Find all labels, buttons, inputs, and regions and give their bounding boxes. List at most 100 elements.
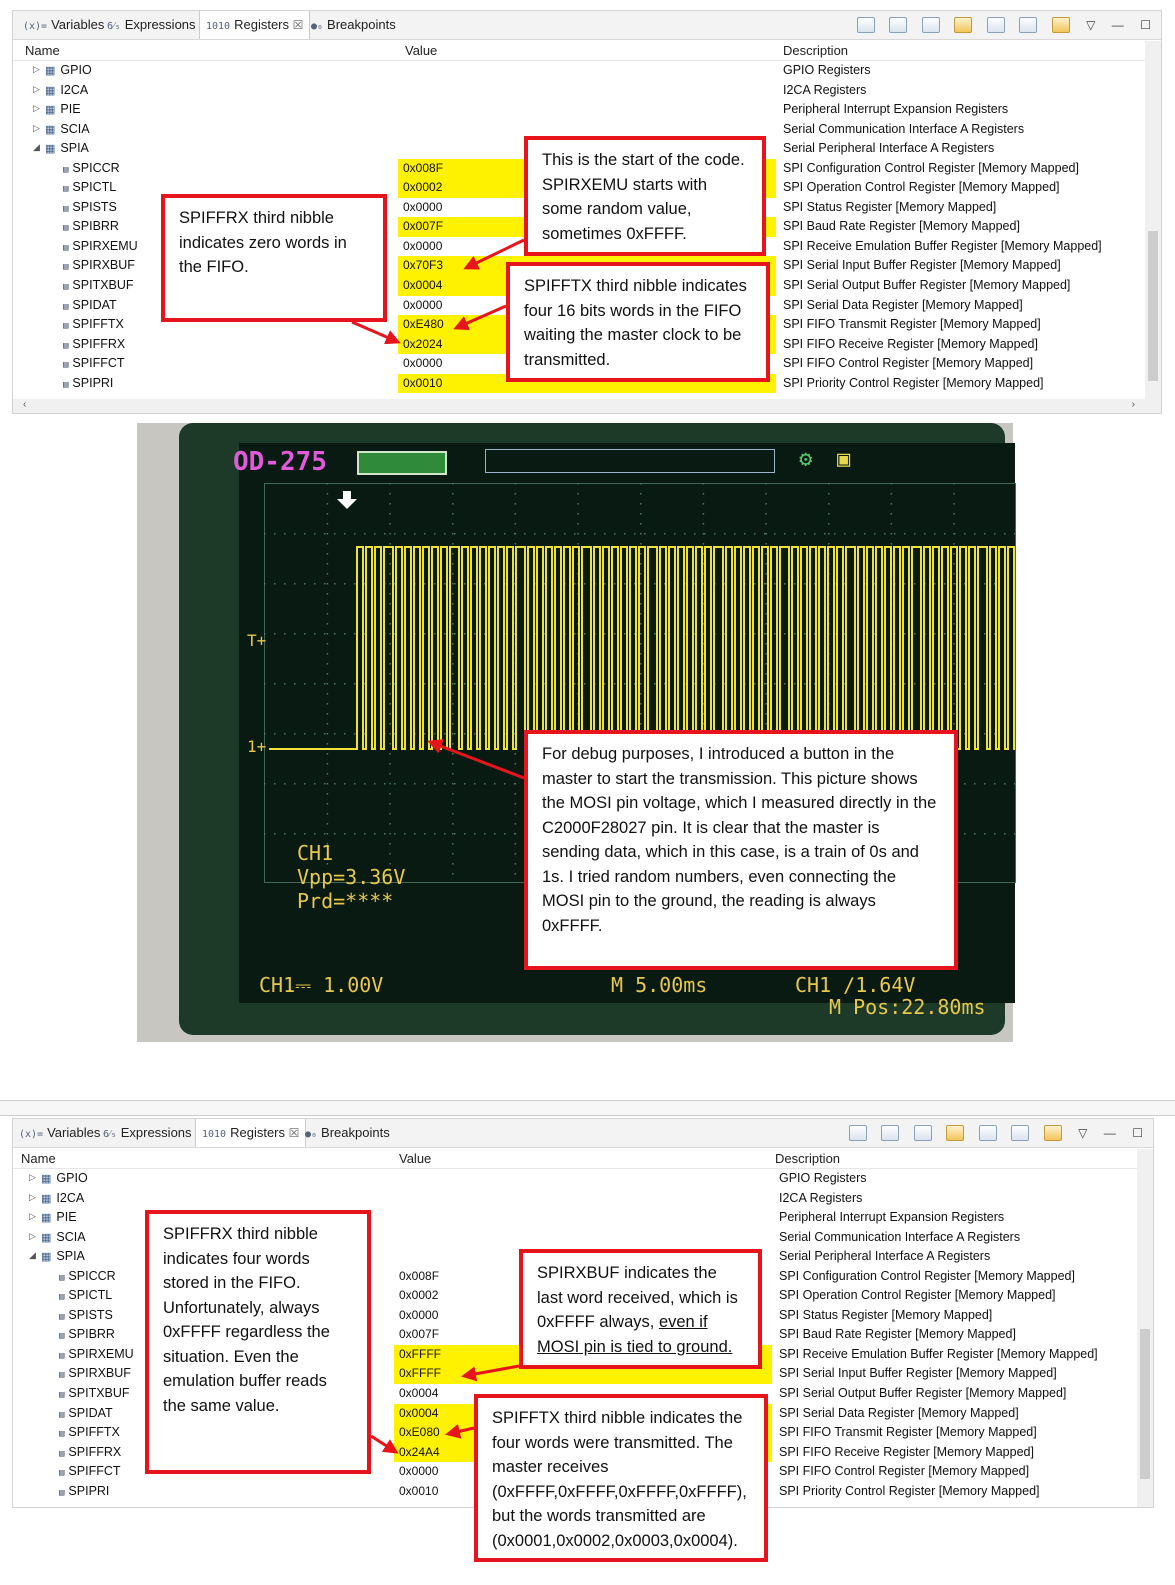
tab-variables[interactable]: (x)= Variables xyxy=(19,1125,100,1140)
grid-dot xyxy=(494,783,496,785)
expressions-icon: 6⁄₅ xyxy=(103,1129,117,1140)
tree-row-group[interactable]: ▷ ▦ GPIO GPIO Registers xyxy=(13,61,1145,81)
grid-dot xyxy=(794,583,796,585)
grid-dot xyxy=(964,783,966,785)
grid-dot xyxy=(344,683,346,685)
expanded-arrow-icon[interactable]: ◢ xyxy=(33,142,40,153)
grid-dot xyxy=(624,683,626,685)
collapsed-arrow-icon[interactable]: ▷ xyxy=(33,84,40,95)
view-menu-chevron-icon[interactable]: ▽ xyxy=(1078,1126,1087,1140)
grid-dot xyxy=(694,533,696,535)
register-label: SPIBRR xyxy=(72,219,119,234)
grid-dot xyxy=(314,533,316,535)
grid-dot xyxy=(890,533,893,535)
view-menu-chevron-icon[interactable]: ▽ xyxy=(1086,18,1095,32)
collapsed-arrow-icon[interactable]: ▷ xyxy=(33,123,40,134)
grid-dot xyxy=(640,583,642,585)
collapsed-arrow-icon[interactable]: ▷ xyxy=(29,1192,36,1203)
waveform-trace xyxy=(269,546,1015,750)
scroll-thumb[interactable] xyxy=(1148,231,1158,381)
group-label: SPIA xyxy=(60,141,89,156)
grid-dot xyxy=(640,663,642,665)
add-register-icon[interactable] xyxy=(889,16,908,33)
tree-row-group[interactable]: ▷ ▦ GPIO GPIO Registers xyxy=(13,1169,1137,1189)
register-description: SPI Configuration Control Register [Memo… xyxy=(783,160,1079,175)
horizontal-scrollbar[interactable]: ‹ › xyxy=(13,399,1161,413)
grid-dot xyxy=(890,483,893,485)
header-name[interactable]: Name xyxy=(21,1151,56,1166)
tab-expressions[interactable]: 6⁄₅ Expressions xyxy=(103,1125,192,1140)
grid-dot xyxy=(304,583,306,585)
tab-breakpoints[interactable]: ●₀ Breakpoints xyxy=(311,17,396,32)
scroll-left-icon[interactable]: ‹ xyxy=(23,399,26,410)
vertical-scrollbar[interactable] xyxy=(1145,41,1161,399)
collapse-all-icon[interactable] xyxy=(921,16,940,33)
tab-variables[interactable]: (x)= Variables xyxy=(23,17,104,32)
export-icon[interactable] xyxy=(986,16,1005,33)
grid-dot xyxy=(326,543,329,545)
grid-dot xyxy=(434,733,436,735)
new-group-icon[interactable] xyxy=(856,16,875,33)
grid-dot xyxy=(664,533,666,535)
collapse-all-icon[interactable] xyxy=(913,1124,932,1141)
minimize-icon[interactable]: — xyxy=(1104,1126,1116,1140)
grid-dot xyxy=(454,533,456,535)
grid-dot xyxy=(344,583,346,585)
refresh-icon[interactable] xyxy=(946,1124,965,1141)
grid-dot xyxy=(514,853,517,855)
tree-row-group[interactable]: ▷ ▦ I2CA I2CA Registers xyxy=(13,81,1145,101)
header-description[interactable]: Description xyxy=(783,43,848,58)
grid-dot xyxy=(274,583,276,585)
register-icon: ▤ xyxy=(63,321,69,332)
grid-dot xyxy=(284,533,286,535)
header-name[interactable]: Name xyxy=(25,43,60,58)
header-value[interactable]: Value xyxy=(405,43,437,58)
close-icon[interactable]: ☒ xyxy=(289,1126,300,1140)
minimize-icon[interactable]: — xyxy=(1112,18,1124,32)
register-icon: ▤ xyxy=(63,242,69,253)
sync-icon[interactable] xyxy=(1043,1124,1062,1141)
import-icon[interactable] xyxy=(1019,16,1038,33)
scroll-right-icon[interactable]: › xyxy=(1132,399,1135,410)
new-group-icon[interactable] xyxy=(848,1124,867,1141)
close-icon[interactable]: ☒ xyxy=(293,18,304,32)
grid-dot xyxy=(389,833,391,835)
refresh-icon[interactable] xyxy=(954,16,973,33)
grid-dot xyxy=(434,833,436,835)
collapsed-arrow-icon[interactable]: ▷ xyxy=(33,64,40,75)
header-description[interactable]: Description xyxy=(775,1151,840,1166)
collapsed-arrow-icon[interactable]: ▷ xyxy=(29,1231,36,1242)
add-register-icon[interactable] xyxy=(881,1124,900,1141)
collapsed-arrow-icon[interactable]: ▷ xyxy=(33,103,40,114)
sync-icon[interactable] xyxy=(1051,16,1070,33)
grid-dot xyxy=(584,533,586,535)
expanded-arrow-icon[interactable]: ◢ xyxy=(29,1250,36,1261)
import-icon[interactable] xyxy=(1011,1124,1030,1141)
tree-row-group[interactable]: ▷ ▦ PIE Peripheral Interrupt Expansion Regi… xyxy=(13,100,1145,120)
register-name: ▤ SPIRXBUF xyxy=(63,258,135,272)
tab-registers[interactable]: 1010 Registers ☒ xyxy=(195,1119,307,1147)
tab-breakpoints[interactable]: ●₀ Breakpoints xyxy=(305,1125,390,1140)
export-icon[interactable] xyxy=(978,1124,997,1141)
grid-dot xyxy=(904,683,906,685)
grid-dot xyxy=(640,623,642,625)
tab-expressions[interactable]: 6⁄₅ Expressions xyxy=(107,17,196,32)
grid-dot xyxy=(702,533,705,535)
grid-dot xyxy=(452,693,454,695)
header-value[interactable]: Value xyxy=(399,1151,431,1166)
period-readout: Prd=**** xyxy=(297,889,394,913)
grid-dot xyxy=(452,643,454,645)
grid-dot xyxy=(702,483,705,485)
scroll-thumb[interactable] xyxy=(1140,1329,1150,1479)
collapsed-arrow-icon[interactable]: ▷ xyxy=(29,1172,36,1183)
maximize-icon[interactable]: ☐ xyxy=(1132,1126,1143,1140)
tab-registers[interactable]: 1010 Registers ☒ xyxy=(199,11,311,39)
register-label: SPISTS xyxy=(68,1307,113,1322)
collapsed-arrow-icon[interactable]: ▷ xyxy=(29,1211,36,1222)
maximize-icon[interactable]: ☐ xyxy=(1140,18,1151,32)
grid-dot xyxy=(514,753,517,755)
vertical-scrollbar[interactable] xyxy=(1137,1149,1153,1507)
grid-dot xyxy=(364,533,366,535)
grid-dot xyxy=(774,683,776,685)
tree-row-group[interactable]: ▷ ▦ I2CA I2CA Registers xyxy=(13,1189,1137,1209)
